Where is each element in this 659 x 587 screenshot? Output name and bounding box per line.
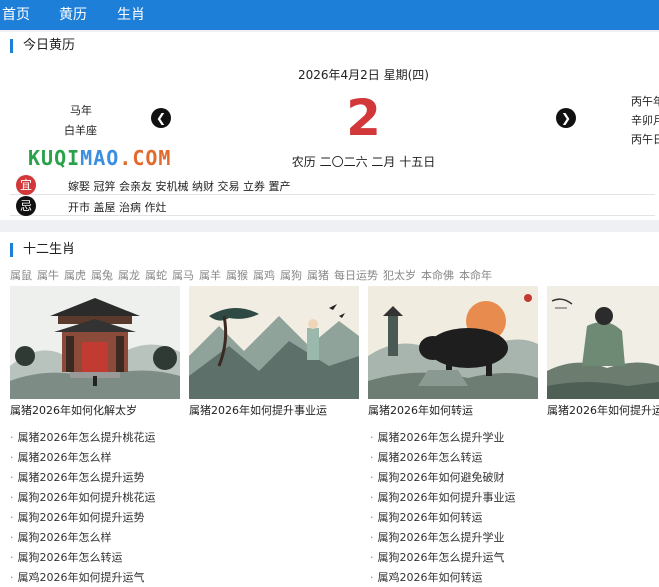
zodiac-tab[interactable]: 属鸡	[253, 269, 275, 282]
list-item[interactable]: 属狗2026年怎么样	[10, 528, 156, 548]
article-caption-1[interactable]: 属猪2026年如何化解太岁	[10, 402, 137, 418]
list-item[interactable]: 属猪2026年怎么提升运势	[10, 468, 156, 488]
star-sign: 白羊座	[64, 124, 97, 137]
list-item[interactable]: 属狗2026年如何转运	[370, 508, 516, 528]
yi-badge: 宜	[16, 175, 36, 195]
article-caption-4[interactable]: 属猪2026年如何提升运	[547, 402, 659, 418]
logo-part-3: .COM	[119, 146, 172, 170]
zodiac-year: 马年	[70, 104, 92, 117]
zodiac-tab[interactable]: 属猴	[226, 269, 248, 282]
list-item[interactable]: 属狗2026年怎么提升学业	[370, 528, 516, 548]
chevron-right-icon[interactable]: ❯	[556, 108, 576, 128]
nav-zodiac[interactable]: 生肖	[117, 0, 145, 30]
article-image-mountain[interactable]	[189, 286, 359, 399]
nav-almanac[interactable]: 黄历	[59, 0, 87, 30]
zodiac-tab[interactable]: 属蛇	[145, 269, 167, 282]
logo-part-1: KUQI	[28, 146, 81, 170]
zodiac-tab[interactable]: 属牛	[37, 269, 59, 282]
zodiac-tab[interactable]: 每日运势	[334, 269, 378, 282]
section-title-today: 今日黄历	[10, 39, 75, 53]
site-logo[interactable]: KUQIMAO.COM	[28, 146, 171, 170]
ganzhi-year: 丙午年	[631, 95, 659, 108]
yi-text: 嫁娶 冠笄 会亲友 安机械 纳财 交易 立券 置产	[68, 180, 291, 193]
list-item[interactable]: 属狗2026年如何提升桃花运	[10, 488, 156, 508]
zodiac-tab[interactable]: 本命佛	[421, 269, 454, 282]
chevron-left-icon[interactable]: ❮	[151, 108, 171, 128]
list-item[interactable]: 属狗2026年如何避免破财	[370, 468, 516, 488]
zodiac-tab[interactable]: 属虎	[64, 269, 86, 282]
article-list-left: 属猪2026年怎么提升桃花运 属猪2026年怎么样 属猪2026年怎么提升运势 …	[10, 428, 156, 587]
today-almanac-card: 今日黄历 2026年4月2日 星期(四) 2 农历 二〇二六 二月 十五日 马年…	[0, 32, 659, 220]
article-list-right: 属猪2026年怎么提升学业 属猪2026年怎么转运 属狗2026年如何避免破财 …	[370, 428, 516, 587]
zodiac-card: 十二生肖 属鼠 属牛 属虎 属兔 属龙 属蛇 属马 属羊 属猴 属鸡 属狗 属猪 每日运势 犯太岁 本命佛本…	[0, 232, 659, 587]
list-item[interactable]: 属狗2026年如何提升事业运	[370, 488, 516, 508]
section-title-zodiac: 十二生肖	[10, 243, 75, 257]
gregorian-date: 2026年4月2日 星期(四)	[298, 68, 429, 82]
zodiac-tab[interactable]: 犯太岁	[383, 269, 416, 282]
article-caption-2[interactable]: 属猪2026年如何提升事业运	[189, 402, 327, 418]
zodiac-tab[interactable]: 属马	[172, 269, 194, 282]
list-item[interactable]: 属猪2026年怎么样	[10, 448, 156, 468]
list-item[interactable]: 属狗2026年怎么提升运气	[370, 548, 516, 568]
zodiac-tab[interactable]: 属羊	[199, 269, 221, 282]
zodiac-tabs: 属鼠 属牛 属虎 属兔 属龙 属蛇 属马 属羊 属猴 属鸡 属狗 属猪 每日运势 犯太岁 本命佛 本命年	[10, 267, 497, 283]
list-item[interactable]: 属狗2026年怎么转运	[10, 548, 156, 568]
article-image-figure[interactable]	[547, 286, 659, 399]
list-item[interactable]: 属猪2026年怎么转运	[370, 448, 516, 468]
top-nav: 首页 黄历 生肖	[0, 0, 659, 30]
article-caption-3[interactable]: 属猪2026年如何转运	[368, 402, 473, 418]
zodiac-tab[interactable]: 属兔	[91, 269, 113, 282]
logo-part-2: MAO	[80, 146, 120, 170]
zodiac-tab[interactable]: 属狗	[280, 269, 302, 282]
list-item[interactable]: 属猪2026年怎么提升桃花运	[10, 428, 156, 448]
zodiac-tab[interactable]: 本命年	[459, 269, 492, 282]
article-image-boar[interactable]	[368, 286, 538, 399]
list-item[interactable]: 属鸡2026年如何提升运气	[10, 568, 156, 587]
zodiac-tab[interactable]: 属龙	[118, 269, 140, 282]
zodiac-tab[interactable]: 属猪	[307, 269, 329, 282]
ji-badge: 忌	[16, 196, 36, 216]
ji-text: 开市 盖屋 治病 作灶	[68, 201, 167, 214]
ganzhi-day: 丙午日	[631, 133, 659, 146]
nav-home[interactable]: 首页	[2, 0, 30, 30]
ganzhi-month: 辛卯月	[631, 114, 659, 127]
yi-row: 宜 嫁娶 冠笄 会亲友 安机械 纳财 交易 立券 置产	[10, 175, 655, 195]
list-item[interactable]: 属鸡2026年如何转运	[370, 568, 516, 587]
list-item[interactable]: 属狗2026年如何提升运势	[10, 508, 156, 528]
zodiac-tab[interactable]: 属鼠	[10, 269, 32, 282]
list-item[interactable]: 属猪2026年怎么提升学业	[370, 428, 516, 448]
ji-row: 忌 开市 盖屋 治病 作灶	[10, 196, 655, 216]
article-image-temple[interactable]	[10, 286, 180, 399]
